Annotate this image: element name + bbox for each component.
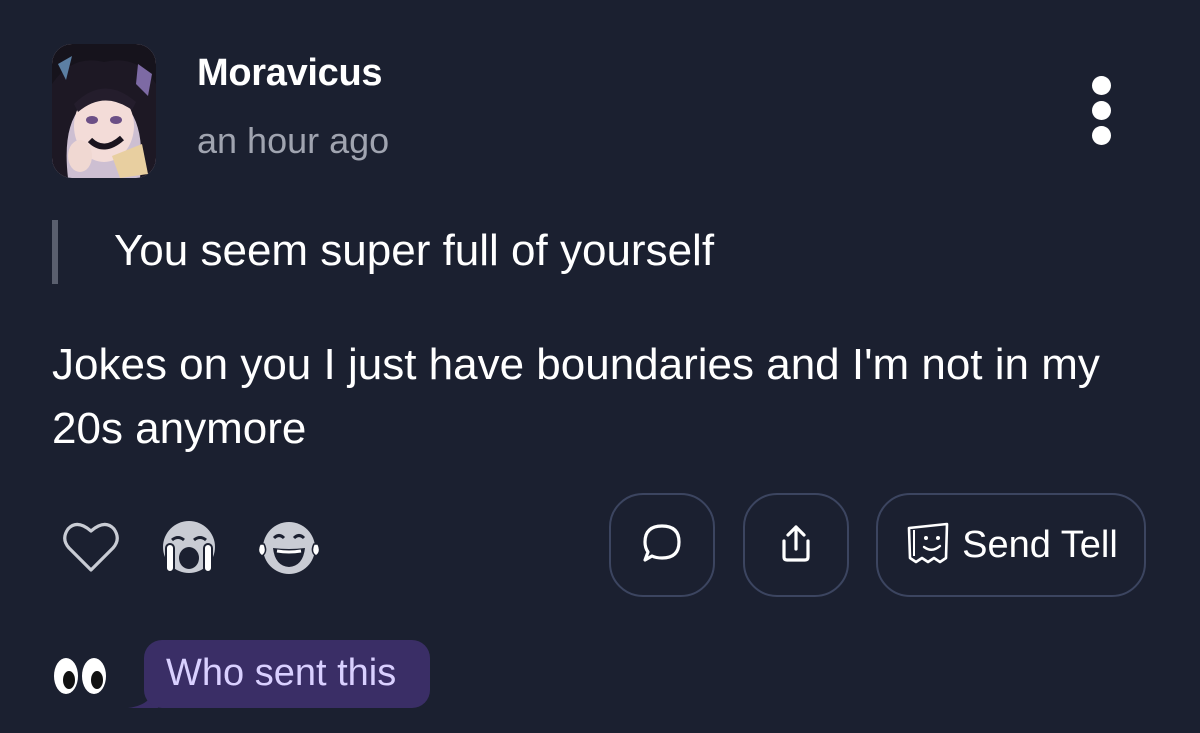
laughing-face-icon[interactable]	[256, 518, 322, 576]
comment-button[interactable]	[609, 493, 715, 597]
crying-face-icon[interactable]	[158, 518, 220, 576]
avatar[interactable]	[52, 44, 156, 178]
author-name[interactable]: Moravicus	[197, 52, 383, 95]
more-options-icon[interactable]	[1082, 72, 1122, 148]
quote-bar	[52, 220, 58, 284]
share-icon	[776, 521, 816, 570]
share-button[interactable]	[743, 493, 849, 597]
send-tell-label: Send Tell	[962, 523, 1118, 566]
answer-text: Jokes on you I just have boundaries and …	[52, 340, 1100, 453]
eyes-icon	[52, 656, 108, 701]
post-timestamp: an hour ago	[197, 120, 390, 161]
question-text: You seem super full of yourself	[114, 226, 715, 275]
heart-icon[interactable]	[62, 518, 120, 574]
who-sent-this-button[interactable]: Who sent this	[128, 640, 430, 708]
comment-icon	[640, 521, 684, 570]
send-tell-button[interactable]: Send Tell	[876, 493, 1146, 597]
tell-icon	[904, 520, 952, 571]
who-sent-this-label: Who sent this	[166, 652, 397, 694]
